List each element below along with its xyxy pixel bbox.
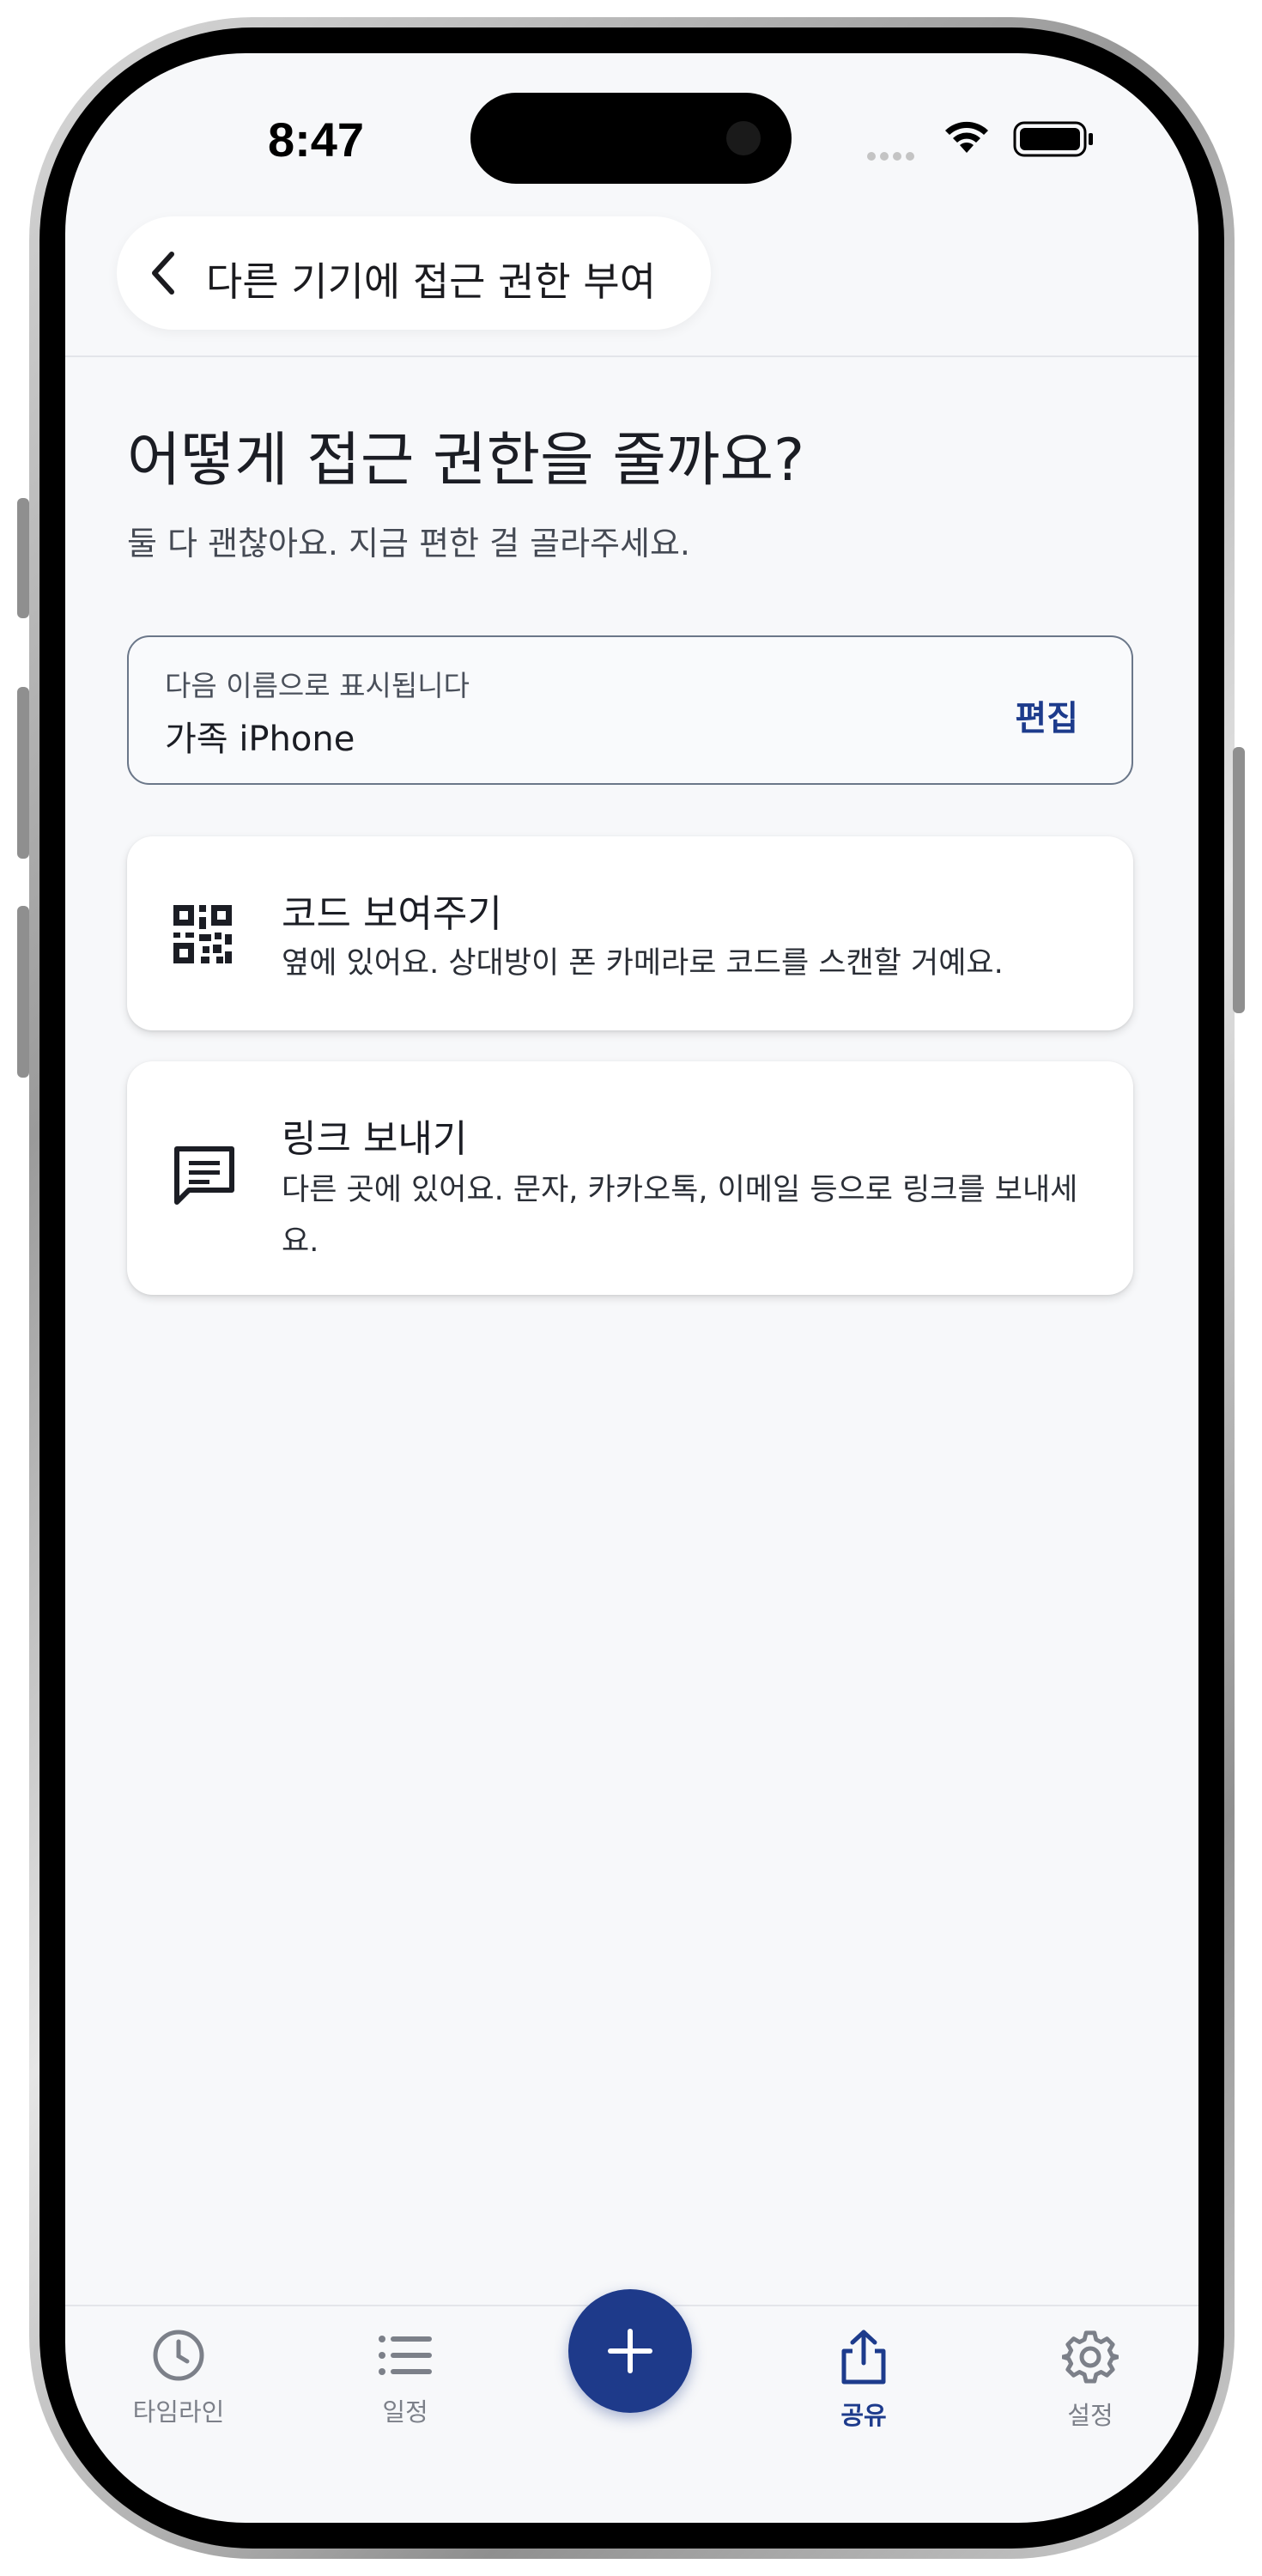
volume-down-button [17,906,29,1078]
option-title: 코드 보여주기 [282,892,502,936]
tab-schedule[interactable]: 일정 [319,2329,491,2428]
tab-share[interactable]: 공유 [778,2329,950,2432]
display-name-value: 가족 iPhone [165,720,355,759]
share-icon [837,2330,890,2389]
volume-up-button [17,687,29,859]
tab-label: 일정 [382,2397,428,2427]
add-button[interactable] [568,2289,692,2413]
wifi-icon [943,118,991,160]
plus-icon [608,2329,652,2373]
back-button[interactable]: 다른 기기에 접근 권한 부여 [117,216,711,330]
header-divider [65,355,1198,357]
screen: 8:47 다른 기기에 접근 권한 부여 어떻게 접근 권한을 줄까요? 둘 다… [65,53,1198,2523]
action-button [17,498,29,618]
status-time: 8:47 [267,112,365,167]
power-button [1233,747,1245,1013]
tab-label: 설정 [1067,2401,1113,2430]
qr-code-icon [172,903,234,969]
send-link-option[interactable]: 링크 보내기 다른 곳에 있어요. 문자, 카카오톡, 이메일 등으로 링크를 … [127,1061,1133,1295]
option-description: 옆에 있어요. 상대방이 폰 카메라로 코드를 스캔할 거예요. [282,946,1004,981]
option-title: 링크 보내기 [282,1117,468,1161]
camera-icon [726,121,761,155]
dynamic-island [470,93,792,184]
header-title: 다른 기기에 접근 권한 부여 [206,258,657,305]
battery-icon [1013,120,1095,161]
tab-label: 타임라인 [132,2397,225,2427]
display-name-label: 다음 이름으로 표시됩니다 [165,669,470,702]
page-subtitle: 둘 다 괜찮아요. 지금 편한 걸 골라주세요. [127,525,690,562]
show-code-option[interactable]: 코드 보여주기 옆에 있어요. 상대방이 폰 카메라로 코드를 스캔할 거예요. [127,836,1133,1030]
display-name-field: 다음 이름으로 표시됩니다 가족 iPhone 편집 [127,635,1133,785]
cellular-signal-icon [867,148,919,164]
chevron-left-icon [146,249,180,301]
page-title: 어떻게 접근 권한을 줄까요? [127,427,805,495]
tab-settings[interactable]: 설정 [1004,2329,1176,2432]
option-description: 다른 곳에 있어요. 문자, 카카오톡, 이메일 등으로 링크를 보내세요. [282,1173,1078,1259]
tab-label: 공유 [840,2401,887,2430]
edit-name-button[interactable]: 편집 [1015,690,1078,740]
message-icon [172,1144,237,1212]
gear-icon [1060,2330,1120,2389]
list-icon [377,2336,434,2385]
tab-timeline[interactable]: 타임라인 [93,2329,264,2428]
clock-icon [152,2330,205,2385]
